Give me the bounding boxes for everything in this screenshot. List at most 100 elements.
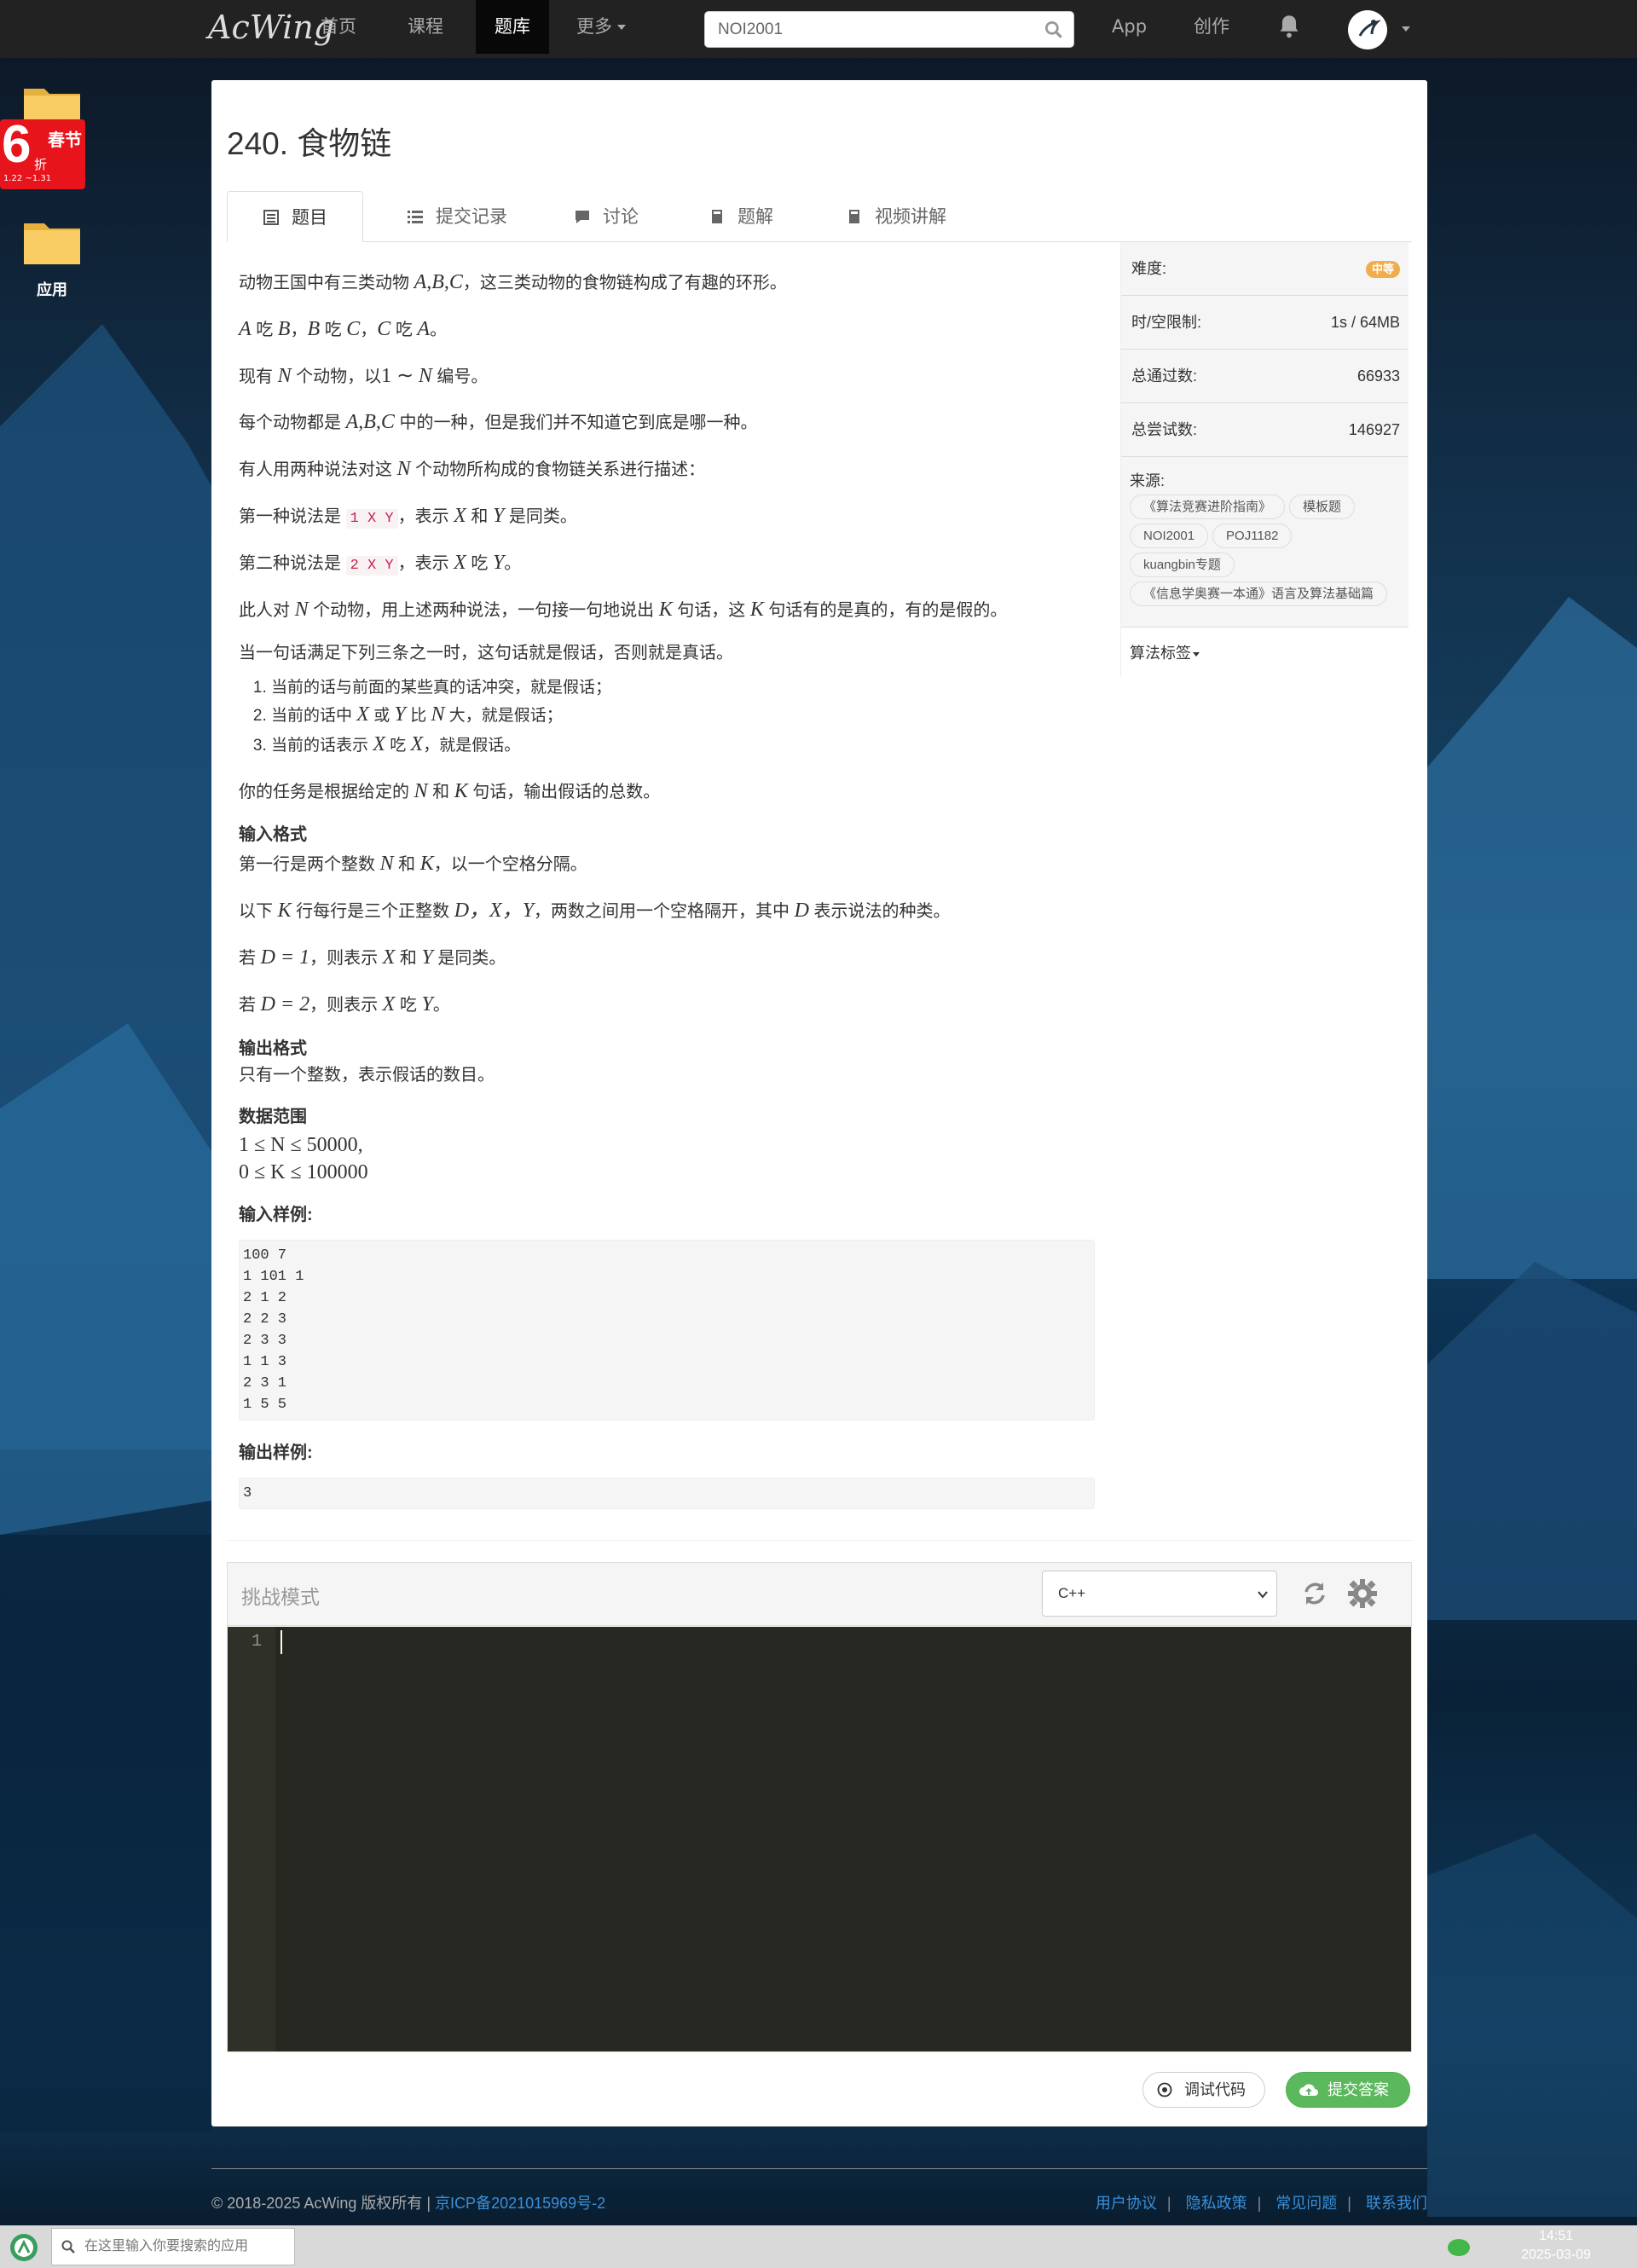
section-heading-sample-output: 输出样例: xyxy=(239,1443,313,1462)
list-icon xyxy=(263,210,279,225)
section-heading-sample-input: 输入样例: xyxy=(239,1205,313,1224)
text: 第二种说法是 xyxy=(239,553,341,573)
section-heading-input: 输入格式 xyxy=(239,825,307,845)
algorithm-tags-toggle[interactable]: 算法标签 xyxy=(1121,628,1409,677)
difficulty-row: 难度: 中等 xyxy=(1121,242,1409,296)
text: 句话有的是真的，有的是假的。 xyxy=(768,600,1008,620)
text: 吃 xyxy=(471,553,489,573)
math: X xyxy=(382,992,396,1015)
math: C xyxy=(377,317,391,340)
footer-link-privacy[interactable]: 隐私政策 xyxy=(1186,2195,1247,2212)
text: 是同类。 xyxy=(437,948,506,968)
submit-answer-label: 提交答案 xyxy=(1328,2081,1389,2098)
clock-time: 14:51 xyxy=(1538,2229,1574,2243)
source-tag[interactable]: POJ1182 xyxy=(1212,524,1293,548)
source-tag[interactable]: NOI2001 xyxy=(1130,524,1209,548)
bell-icon[interactable] xyxy=(1277,14,1301,39)
footer-link-terms[interactable]: 用户协议 xyxy=(1096,2195,1157,2212)
statement-paragraph: 每个动物都是 A,B,C 中的一种，但是我们并不知道它到底是哪一种。 xyxy=(239,408,1091,437)
nav-problemset[interactable]: 题库 xyxy=(476,0,549,54)
source-tag[interactable]: 《算法竞赛进阶指南》 xyxy=(1130,495,1286,519)
text: 表示说法的种类。 xyxy=(813,902,951,922)
text: 吃 xyxy=(395,320,413,339)
nav-create[interactable]: 创作 xyxy=(1175,0,1248,54)
nav-app[interactable]: App xyxy=(1093,0,1166,54)
os-taskbar: 在这里输入你要搜索的应用 14:51 2025-03-09 xyxy=(0,2225,1637,2268)
math: N xyxy=(294,598,309,621)
language-select[interactable]: C++ xyxy=(1042,1571,1277,1617)
limit-label: 时/空限制: xyxy=(1131,314,1202,331)
spring-festival-promo[interactable]: 6 春节 折 1.22 ~1.31 xyxy=(0,119,85,189)
falsehood-rules-list: 当前的话与前面的某些真的话冲突，就是假话； 当前的话中 X 或 Y 比 N 大，… xyxy=(271,676,1091,759)
tab-video[interactable]: 视频讲解 xyxy=(832,191,960,242)
math: B xyxy=(307,317,321,340)
nav-courses[interactable]: 课程 xyxy=(389,0,462,54)
top-navbar: AcWing 首页 课程 题库 更多 App 创作 xyxy=(0,0,1637,58)
list-item: 当前的话表示 X 吃 X，就是假话。 xyxy=(271,730,1091,760)
taskbar-clock[interactable]: 14:51 2025-03-09 xyxy=(1501,2227,1611,2265)
wechat-icon[interactable] xyxy=(1446,2237,1472,2258)
code-input-area[interactable]: 1 xyxy=(228,1627,1411,2051)
text-cursor xyxy=(281,1630,282,1654)
challenge-mode-label[interactable]: 挑战模式 xyxy=(241,1581,320,1610)
code-editor-panel: 挑战模式 C++ 1 xyxy=(227,1562,1412,2052)
source-tag[interactable]: 《信息学奥赛一本通》语言及算法基础篇 xyxy=(1130,581,1388,606)
gear-icon[interactable] xyxy=(1346,1577,1379,1610)
tab-problem-label: 题目 xyxy=(292,207,327,228)
section-divider xyxy=(227,1540,1412,1541)
avatar[interactable] xyxy=(1348,10,1387,49)
nav-home[interactable]: 首页 xyxy=(302,0,375,54)
comment-icon xyxy=(576,211,589,223)
refresh-icon[interactable] xyxy=(1300,1579,1329,1608)
algorithm-tags-label: 算法标签 xyxy=(1130,645,1191,662)
text: ，以一个空格分隔。 xyxy=(433,855,587,875)
tried-row: 总尝试数: 146927 xyxy=(1121,403,1409,457)
text: 和 xyxy=(432,782,450,801)
user-menu-caret-icon[interactable] xyxy=(1402,26,1410,32)
math: X xyxy=(410,732,424,755)
math: Y xyxy=(421,946,433,969)
footer-links: 用户协议 | 隐私政策 | 常见问题 | 联系我们 xyxy=(1085,2191,1427,2213)
editor-toolbar: 挑战模式 C++ xyxy=(228,1563,1411,1626)
math: D，X，Y xyxy=(454,900,535,923)
taskbar-search[interactable]: 在这里输入你要搜索的应用 xyxy=(51,2228,295,2265)
statement-paragraph: 你的任务是根据给定的 N 和 K 句话，输出假话的总数。 xyxy=(239,777,1091,807)
tab-solutions[interactable]: 题解 xyxy=(694,191,788,242)
tab-problem[interactable]: 题目 xyxy=(227,191,363,242)
tab-discussion[interactable]: 讨论 xyxy=(559,191,653,242)
problem-card: 240. 食物链 题目 提交记录 讨论 题解 视频讲解 动物王国中有三类动物 A… xyxy=(211,80,1427,2126)
statement-paragraph: 若 D = 2，则表示 X 吃 Y。 xyxy=(239,990,1091,1020)
icp-link[interactable]: 京ICP备2021015969号-2 xyxy=(435,2195,605,2212)
nav-more-label: 更多 xyxy=(576,16,612,37)
promo-unit: 折 xyxy=(34,157,48,172)
book-icon xyxy=(849,210,859,223)
nav-more[interactable]: 更多 xyxy=(558,0,645,54)
text: 大，就是假话； xyxy=(448,706,563,725)
math: N xyxy=(431,703,445,726)
math: X xyxy=(454,551,466,574)
source-tag[interactable]: 模板题 xyxy=(1289,495,1356,519)
search-icon[interactable] xyxy=(1043,19,1065,41)
statement-paragraph: A 吃 B，B 吃 C，C 吃 A。 xyxy=(239,315,1091,344)
submit-answer-button[interactable]: 提交答案 xyxy=(1286,2072,1410,2108)
math: B xyxy=(277,317,291,340)
passed-label: 总通过数: xyxy=(1131,367,1198,385)
math: A,B,C xyxy=(414,271,463,293)
start-menu-icon[interactable] xyxy=(9,2232,39,2263)
debug-code-button[interactable]: 调试代码 xyxy=(1142,2072,1265,2108)
problem-tabs: 题目 提交记录 讨论 题解 视频讲解 xyxy=(227,191,1412,242)
copyright-text: © 2018-2025 AcWing 版权所有 | xyxy=(211,2195,431,2212)
tab-submissions[interactable]: 提交记录 xyxy=(387,191,527,242)
source-tag[interactable]: kuangbin专题 xyxy=(1130,553,1235,577)
desktop-app-label[interactable]: 应用 xyxy=(17,278,87,300)
text: ，两数之间用一个空格隔开，其中 xyxy=(534,902,790,922)
text: 。 xyxy=(504,553,522,573)
search-input[interactable] xyxy=(705,12,1029,47)
passed-value: 66933 xyxy=(1356,367,1400,385)
footer-link-contact[interactable]: 联系我们 xyxy=(1366,2195,1427,2212)
folder-icon[interactable] xyxy=(22,215,82,266)
footer-link-faq[interactable]: 常见问题 xyxy=(1275,2195,1337,2212)
text: 编号。 xyxy=(437,367,489,386)
math: 1 ∼ xyxy=(381,364,414,387)
sample-output-block: 3 xyxy=(239,1477,1095,1509)
